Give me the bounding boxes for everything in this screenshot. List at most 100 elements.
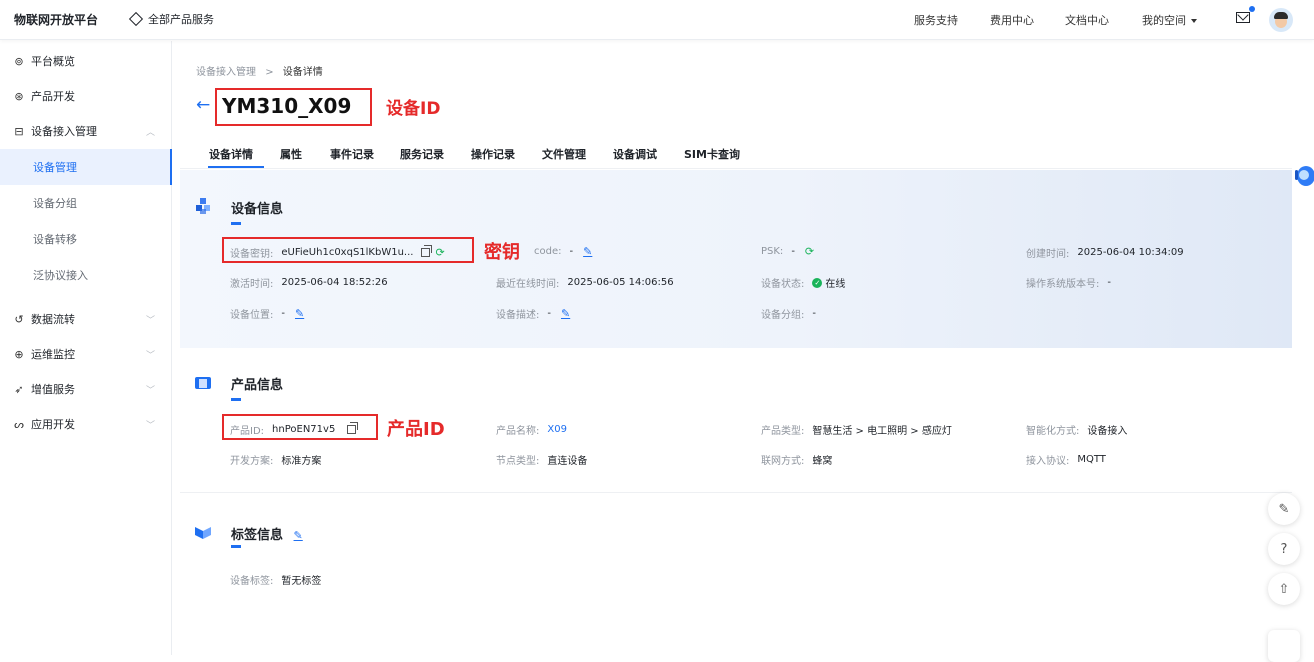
section-title-tag-info: 标签信息 ✎ bbox=[231, 524, 303, 543]
sidebar-item-label: 设备接入管理 bbox=[31, 125, 97, 138]
edit-pencil-icon[interactable]: ✎ bbox=[583, 245, 592, 258]
annotation-box-secret bbox=[222, 237, 474, 263]
assistant-robot-icon[interactable] bbox=[1293, 160, 1314, 194]
sidebar-sub-label: 设备转移 bbox=[33, 233, 77, 246]
breadcrumb-parent[interactable]: 设备接入管理 bbox=[196, 67, 256, 78]
sidebar-sub-label: 泛协议接入 bbox=[33, 269, 88, 282]
dev-plan-value: 标准方案 bbox=[281, 456, 322, 467]
data-flow-icon: ↺ bbox=[14, 312, 24, 326]
device-access-icon: ⊟ bbox=[14, 124, 24, 138]
edit-square-icon: ✎ bbox=[1278, 501, 1290, 517]
section-title-underline bbox=[231, 398, 241, 401]
tab-file-management[interactable]: 文件管理 bbox=[542, 146, 586, 162]
annotation-label-secret: 密钥 bbox=[484, 242, 520, 263]
field-device-group: 设备分组: - bbox=[761, 306, 816, 321]
tab-sim-query[interactable]: SIM卡查询 bbox=[684, 146, 740, 162]
field-product-type: 产品类型: 智慧生活 > 电工照明 > 感应灯 bbox=[761, 422, 952, 437]
field-label: 设备位置: bbox=[230, 310, 274, 321]
sidebar-item-data-flow[interactable]: ↺ 数据流转 ﹀ bbox=[0, 301, 172, 337]
online-check-icon: ✓ bbox=[812, 277, 823, 288]
field-label: 最近在线时间: bbox=[496, 279, 560, 290]
sidebar-item-device-access[interactable]: ⊟ 设备接入管理 ︿ bbox=[0, 113, 172, 149]
sidebar-item-product-dev[interactable]: ⊛ 产品开发 bbox=[0, 78, 172, 114]
sidebar-sub-device-transfer[interactable]: 设备转移 bbox=[0, 221, 172, 257]
float-extra-button[interactable] bbox=[1268, 630, 1300, 662]
active-tab-indicator bbox=[208, 166, 264, 168]
diamond-icon bbox=[128, 11, 144, 27]
field-label: 创建时间: bbox=[1026, 249, 1070, 260]
chevron-down-icon: ﹀ bbox=[146, 350, 156, 361]
my-space-label: 我的空间 bbox=[1142, 14, 1186, 27]
sidebar-sub-label: 设备分组 bbox=[33, 197, 77, 210]
status-badge: 在线 bbox=[825, 279, 846, 290]
edit-pencil-icon[interactable]: ✎ bbox=[295, 307, 304, 320]
tab-operation-records[interactable]: 操作记录 bbox=[471, 146, 515, 162]
field-dev-plan: 开发方案: 标准方案 bbox=[230, 452, 321, 467]
sidebar-sub-generic-protocol[interactable]: 泛协议接入 bbox=[0, 257, 172, 293]
field-network-method: 联网方式: 蜂窝 bbox=[761, 452, 832, 467]
edit-pencil-icon[interactable]: ✎ bbox=[294, 529, 303, 542]
group-value: - bbox=[812, 308, 816, 319]
sidebar-item-label: 数据流转 bbox=[31, 313, 75, 326]
arrow-up-icon: ⇧ bbox=[1278, 581, 1290, 597]
field-product-name: 产品名称: X09 bbox=[496, 422, 567, 437]
back-to-top-button[interactable]: ⇧ bbox=[1268, 573, 1300, 605]
field-node-type: 节点类型: 直连设备 bbox=[496, 452, 587, 467]
nav-docs-center[interactable]: 文档中心 bbox=[1065, 12, 1109, 28]
sidebar-item-overview[interactable]: ⊚ 平台概览 bbox=[0, 43, 172, 79]
field-label: 联网方式: bbox=[761, 456, 805, 467]
tab-device-debug[interactable]: 设备调试 bbox=[613, 146, 657, 162]
field-label: 设备描述: bbox=[496, 310, 540, 321]
tab-attributes[interactable]: 属性 bbox=[280, 146, 302, 162]
nav-billing-center[interactable]: 费用中心 bbox=[990, 12, 1034, 28]
sidebar-sub-device-management[interactable]: 设备管理 bbox=[0, 149, 172, 185]
tab-device-detail[interactable]: 设备详情 bbox=[209, 146, 253, 162]
sidebar-item-label: 平台概览 bbox=[31, 55, 75, 68]
nav-my-space[interactable]: 我的空间 bbox=[1142, 12, 1197, 28]
tab-event-records[interactable]: 事件记录 bbox=[330, 146, 374, 162]
field-psk: PSK: - ⟳ bbox=[761, 245, 814, 258]
nav-service-support[interactable]: 服务支持 bbox=[914, 12, 958, 28]
psk-value: - bbox=[791, 246, 795, 257]
avatar[interactable] bbox=[1269, 8, 1293, 32]
mail-icon[interactable] bbox=[1236, 12, 1250, 23]
annotation-box-device-id bbox=[215, 88, 372, 126]
created-time-value: 2025-06-04 10:34:09 bbox=[1077, 247, 1184, 258]
sidebar: ⊚ 平台概览 ⊛ 产品开发 ⊟ 设备接入管理 ︿ 设备管理 设备分组 设备转移 … bbox=[0, 41, 172, 655]
field-label: code: bbox=[534, 246, 562, 257]
field-os-version: 操作系统版本号: - bbox=[1026, 275, 1111, 290]
breadcrumb-separator: > bbox=[265, 67, 274, 78]
device-info-icon bbox=[196, 198, 210, 214]
field-device-description: 设备描述: - ✎ bbox=[496, 306, 570, 321]
product-type-value: 智慧生活 > 电工照明 > 感应灯 bbox=[812, 426, 952, 437]
product-name-link[interactable]: X09 bbox=[547, 424, 567, 435]
platform-brand[interactable]: 物联网开放平台 bbox=[14, 11, 98, 28]
section-title-device-info: 设备信息 bbox=[231, 202, 284, 217]
sidebar-item-value-added[interactable]: ➶ 增值服务 ﹀ bbox=[0, 371, 172, 407]
description-value: - bbox=[547, 308, 551, 319]
sidebar-item-ops-monitor[interactable]: ⊕ 运维监控 ﹀ bbox=[0, 336, 172, 372]
field-label: 接入协议: bbox=[1026, 456, 1070, 467]
tab-divider bbox=[180, 168, 1292, 169]
all-products-menu[interactable]: 全部产品服务 bbox=[128, 11, 214, 27]
refresh-icon[interactable]: ⟳ bbox=[805, 245, 814, 258]
sidebar-item-label: 运维监控 bbox=[31, 348, 75, 361]
help-button[interactable]: ? bbox=[1268, 533, 1300, 565]
section-divider bbox=[180, 492, 1292, 493]
location-value: - bbox=[281, 308, 285, 319]
chevron-down-icon: ﹀ bbox=[146, 315, 156, 326]
edit-pencil-icon[interactable]: ✎ bbox=[561, 307, 570, 320]
tab-service-records[interactable]: 服务记录 bbox=[400, 146, 444, 162]
device-tags-value: 暂无标签 bbox=[281, 576, 322, 587]
field-label: 产品类型: bbox=[761, 426, 805, 437]
sidebar-sub-label: 设备管理 bbox=[33, 161, 77, 174]
sidebar-item-app-dev[interactable]: ᔕ 应用开发 ﹀ bbox=[0, 406, 172, 442]
sidebar-item-label: 产品开发 bbox=[31, 90, 75, 103]
all-products-label: 全部产品服务 bbox=[148, 13, 214, 26]
field-activated-time: 激活时间: 2025-06-04 18:52:26 bbox=[230, 275, 388, 290]
chevron-down-icon: ﹀ bbox=[146, 420, 156, 431]
field-device-location: 设备位置: - ✎ bbox=[230, 306, 304, 321]
feedback-edit-button[interactable]: ✎ bbox=[1268, 493, 1300, 525]
back-arrow-icon[interactable]: ← bbox=[196, 95, 210, 115]
sidebar-sub-device-group[interactable]: 设备分组 bbox=[0, 185, 172, 221]
